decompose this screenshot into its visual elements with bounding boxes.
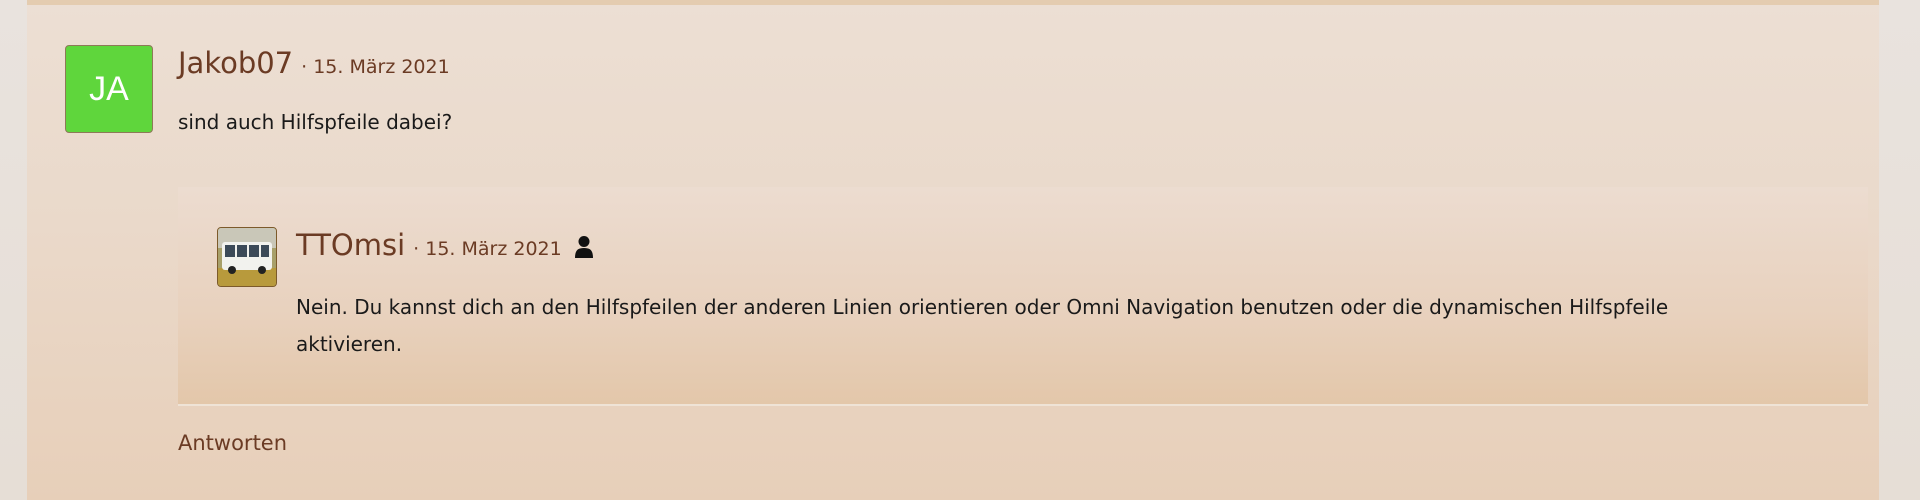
comment-date: · 15. März 2021	[301, 56, 450, 78]
comment-panel: JA Jakob07 · 15. März 2021 sind auch Hil…	[27, 0, 1879, 500]
comment-header: Jakob07 · 15. März 2021	[178, 46, 450, 80]
background-left	[0, 0, 27, 500]
reply-button[interactable]: Antworten	[178, 431, 287, 455]
comment-text: sind auch Hilfspfeile dabei?	[178, 110, 453, 134]
comment-username[interactable]: Jakob07	[178, 46, 293, 80]
reply-username[interactable]: TTOmsi	[296, 228, 405, 262]
user-icon	[574, 236, 593, 258]
reply-avatar[interactable]	[217, 227, 277, 287]
background-right	[1879, 0, 1920, 500]
avatar[interactable]: JA	[65, 45, 153, 133]
panel-divider	[27, 0, 1879, 5]
reply-box: TTOmsi · 15. März 2021 Nein. Du kannst d…	[178, 187, 1868, 406]
bus-avatar-image	[218, 228, 276, 286]
reply-text: Nein. Du kannst dich an den Hilfspfeilen…	[296, 295, 1669, 356]
reply-date: · 15. März 2021	[413, 238, 562, 260]
reply-header: TTOmsi · 15. März 2021	[296, 228, 594, 262]
avatar-initials: JA	[89, 69, 129, 108]
